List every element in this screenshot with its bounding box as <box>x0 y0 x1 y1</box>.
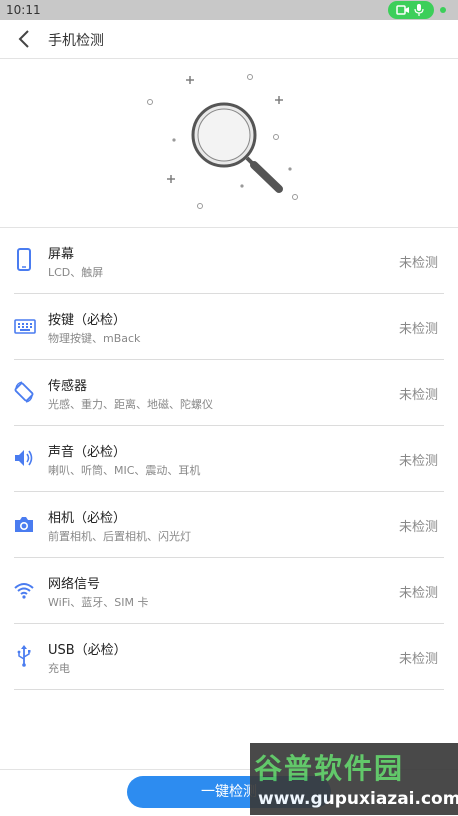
item-name: 传感器 <box>48 379 88 394</box>
watermark-title: 谷普软件园 <box>254 752 405 785</box>
item-desc: WiFi、蓝牙、SIM 卡 <box>48 596 149 609</box>
list-item[interactable]: 网络信号 WiFi、蓝牙、SIM 卡 未检测 <box>14 558 444 624</box>
page-title: 手机检测 <box>48 33 104 49</box>
list-item[interactable]: 屏幕 LCD、触屏 未检测 <box>14 228 444 294</box>
list-item[interactable]: USB（必检） 充电 未检测 <box>14 624 444 690</box>
item-status: 未检测 <box>398 322 438 337</box>
item-desc: 充电 <box>48 662 70 675</box>
status-time: 10:11 <box>6 3 41 17</box>
list-item[interactable]: 相机（必检） 前置相机、后置相机、闪光灯 未检测 <box>14 492 444 558</box>
item-desc: 喇叭、听筒、MIC、震动、耳机 <box>48 464 201 477</box>
keyboard-icon <box>14 319 36 334</box>
check-list: 屏幕 LCD、触屏 未检测 按键（必检） 物理按键、mBack 未检测 传感器 … <box>14 228 444 690</box>
magnifier-icon <box>147 74 298 209</box>
item-name: USB（必检） <box>48 643 127 658</box>
header: 手机检测 <box>0 20 458 59</box>
wifi-icon <box>14 583 34 599</box>
status-dot <box>440 7 446 13</box>
item-desc: 光感、重力、距离、地磁、陀螺仪 <box>48 398 213 411</box>
item-status: 未检测 <box>398 652 438 667</box>
camera-icon <box>15 517 33 532</box>
watermark-url: www.gupuxiazai.com <box>258 789 458 809</box>
list-item[interactable]: 按键（必检） 物理按键、mBack 未检测 <box>14 294 444 360</box>
item-status: 未检测 <box>398 520 438 535</box>
recording-indicator <box>388 1 434 19</box>
item-status: 未检测 <box>398 256 438 271</box>
item-name: 网络信号 <box>48 577 101 592</box>
hero-illustration <box>0 59 458 228</box>
item-name: 相机（必检） <box>48 511 127 526</box>
item-desc: 前置相机、后置相机、闪光灯 <box>48 530 191 543</box>
item-status: 未检测 <box>398 586 438 601</box>
usb-icon <box>17 645 31 667</box>
status-bar: 10:11 <box>0 0 458 20</box>
rotate-icon <box>14 381 34 403</box>
item-status: 未检测 <box>398 454 438 469</box>
list-item[interactable]: 传感器 光感、重力、距离、地磁、陀螺仪 未检测 <box>14 360 444 426</box>
speaker-icon <box>15 450 33 466</box>
watermark: 谷普软件园 www.gupuxiazai.com <box>250 743 458 815</box>
item-desc: 物理按键、mBack <box>48 332 141 345</box>
microphone-icon <box>414 4 424 16</box>
back-arrow-icon[interactable] <box>14 28 36 50</box>
list-item[interactable]: 声音（必检） 喇叭、听筒、MIC、震动、耳机 未检测 <box>14 426 444 492</box>
phone-icon <box>17 248 31 271</box>
item-name: 按键（必检） <box>48 313 127 328</box>
item-name: 声音（必检） <box>48 445 127 460</box>
item-status: 未检测 <box>398 388 438 403</box>
item-desc: LCD、触屏 <box>48 266 104 279</box>
video-camera-icon <box>396 5 409 15</box>
item-name: 屏幕 <box>48 247 75 262</box>
